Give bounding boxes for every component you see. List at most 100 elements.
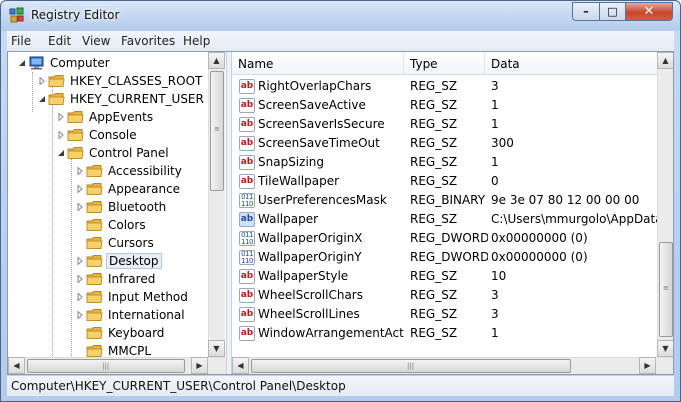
value-name: WallpaperOriginX	[258, 231, 363, 245]
tree-vertical-scroll-thumb[interactable]: ≡	[210, 71, 224, 191]
menu-favorites[interactable]: Favorites	[121, 34, 175, 48]
value-name: SnapSizing	[258, 155, 324, 169]
list-vertical-scrollbar[interactable]: ▲ ≡ ▼	[657, 52, 673, 357]
value-row[interactable]: abWindowArrangementActive REG_SZ 1	[232, 324, 657, 343]
value-name: Wallpaper	[258, 212, 319, 226]
tree-horizontal-scrollbar[interactable]: ◀ ||| ▶	[8, 357, 226, 374]
tree-scroll-up-button[interactable]: ▲	[208, 52, 225, 69]
tree-item[interactable]: Console	[8, 126, 208, 144]
tree-item-label: Appearance	[108, 182, 181, 196]
menu-view[interactable]: View	[82, 34, 110, 48]
tree-collapsed-arrow-icon[interactable]	[57, 131, 65, 139]
minimize-button[interactable]: –	[572, 2, 600, 21]
list-horizontal-scroll-thumb[interactable]: |||	[251, 359, 571, 373]
tree-item[interactable]: Appearance	[8, 180, 208, 198]
value-row[interactable]: 011 110 UserPreferencesMask REG_BINARY 9e 3e…	[232, 191, 657, 210]
tree-item[interactable]: Colors	[8, 216, 208, 234]
column-header-name[interactable]: Name	[232, 52, 404, 75]
tree-item-label: Input Method	[108, 290, 188, 304]
tree-item[interactable]: Keyboard	[8, 324, 208, 342]
tree-item[interactable]: Bluetooth	[8, 198, 208, 216]
list-scroll-right-button[interactable]: ▶	[639, 357, 656, 374]
tree-collapsed-arrow-icon[interactable]	[76, 293, 84, 301]
binary-value-icon: 011 110	[239, 250, 255, 265]
value-row[interactable]: ab SnapSizing REG_SZ 1	[232, 153, 657, 172]
value-row[interactable]: ab WheelScrollLines REG_SZ 3	[232, 305, 657, 324]
tree-horizontal-scroll-thumb[interactable]: |||	[27, 359, 185, 373]
tree-item[interactable]: Input Method	[8, 288, 208, 306]
tree-collapsed-arrow-icon[interactable]	[76, 257, 84, 265]
list-scroll-down-button[interactable]: ▼	[657, 340, 673, 357]
tree-collapsed-arrow-icon[interactable]	[76, 311, 84, 319]
value-row[interactable]: ab ScreenSaveActive REG_SZ 1	[232, 96, 657, 115]
tree-item[interactable]: Desktop	[8, 252, 208, 270]
tree-item[interactable]: HKEY_CURRENT_USER	[8, 90, 208, 108]
tree-collapsed-arrow-icon[interactable]	[76, 275, 84, 283]
tree-item[interactable]: Infrared	[8, 270, 208, 288]
tree-item[interactable]: Cursors	[8, 234, 208, 252]
list-horizontal-scrollbar[interactable]: ◀ ||| ▶	[232, 357, 673, 374]
value-row[interactable]: ab WheelScrollChars REG_SZ 3	[232, 286, 657, 305]
value-type: REG_SZ	[410, 98, 458, 112]
value-row[interactable]: ab TileWallpaper REG_SZ 0	[232, 172, 657, 191]
tree-collapsed-arrow-icon[interactable]	[76, 203, 84, 211]
folder-icon	[86, 345, 103, 357]
maximize-button[interactable]: □	[599, 2, 626, 21]
tree-expanded-arrow-icon[interactable]	[57, 149, 65, 157]
string-value-icon: ab	[239, 155, 255, 170]
value-name: ScreenSaverIsSecure	[258, 117, 385, 131]
scrollbar-corner	[656, 358, 673, 374]
tree-item-label: Control Panel	[89, 146, 169, 160]
folder-icon	[86, 165, 103, 177]
tree-item-label: Desktop	[106, 253, 162, 269]
tree-expanded-arrow-icon[interactable]	[18, 59, 26, 67]
value-row[interactable]: ab ScreenSaveTimeOut REG_SZ 300	[232, 134, 657, 153]
tree-item[interactable]: Accessibility	[8, 162, 208, 180]
column-header-type[interactable]: Type	[404, 52, 485, 75]
folder-icon	[48, 75, 65, 87]
computer-icon	[29, 56, 44, 70]
tree-item-label: International	[108, 308, 185, 322]
value-data: 0x00000000 (0)	[491, 250, 588, 264]
title-bar[interactable]: Registry Editor – □ ✕	[1, 1, 680, 31]
value-row[interactable]: ab WallpaperStyle REG_SZ 10	[232, 267, 657, 286]
tree-item[interactable]: AppEvents	[8, 108, 208, 126]
value-row[interactable]: 011 110 WallpaperOriginY REG_DWORD 0x0000000…	[232, 248, 657, 267]
close-button[interactable]: ✕	[625, 2, 673, 21]
tree-item[interactable]: HKEY_CLASSES_ROOT	[8, 72, 208, 90]
tree-collapsed-arrow-icon[interactable]	[76, 167, 84, 175]
menu-help[interactable]: Help	[183, 34, 210, 48]
tree-vertical-scrollbar[interactable]: ▲ ≡ ▼	[208, 52, 225, 357]
list-scroll-up-button[interactable]: ▲	[657, 52, 673, 69]
tree-collapsed-arrow-icon[interactable]	[38, 77, 46, 85]
tree-item[interactable]: International	[8, 306, 208, 324]
tree-item[interactable]: Control Panel	[8, 144, 208, 162]
tree-scroll-right-button[interactable]: ▶	[191, 357, 208, 374]
tree-collapsed-arrow-icon[interactable]	[76, 185, 84, 193]
value-row[interactable]: ab Wallpaper REG_SZ C:\Users\mmurgolo\AppDa…	[232, 210, 657, 229]
tree-expanded-arrow-icon[interactable]	[38, 95, 46, 103]
column-header-data[interactable]: Data	[485, 52, 673, 75]
value-row[interactable]: 011 110 WallpaperOriginX REG_DWORD 0x0000000…	[232, 229, 657, 248]
string-value-icon: ab	[239, 136, 255, 151]
values-list[interactable]: Name Type Data ab RightOverlapChars REG_SZ…	[232, 52, 673, 374]
value-row[interactable]: ab ScreenSaverIsSecure REG_SZ 1	[232, 115, 657, 134]
tree-item[interactable]: Computer	[8, 54, 208, 72]
menu-edit[interactable]: Edit	[48, 34, 71, 48]
tree-scroll-down-button[interactable]: ▼	[208, 340, 225, 357]
minimize-icon: –	[583, 5, 589, 18]
menu-file[interactable]: File	[11, 34, 31, 48]
binary-value-icon: 011 110	[239, 193, 255, 208]
value-name: WheelScrollChars	[258, 288, 363, 302]
tree-scroll-left-button[interactable]: ◀	[8, 357, 25, 374]
folder-icon	[67, 111, 84, 123]
value-row[interactable]: ab RightOverlapChars REG_SZ 3	[232, 77, 657, 96]
tree-item-label: Computer	[50, 56, 110, 70]
list-scroll-left-button[interactable]: ◀	[232, 357, 249, 374]
registry-tree[interactable]: Computer HKEY_CLASSES_ROOT HKEY_CURRENT_US…	[8, 52, 226, 374]
tree-collapsed-arrow-icon[interactable]	[57, 113, 65, 121]
list-vertical-scroll-thumb[interactable]: ≡	[659, 242, 673, 337]
folder-icon	[86, 201, 103, 213]
value-name: ScreenSaveTimeOut	[258, 136, 380, 150]
value-data: 3	[491, 307, 499, 321]
